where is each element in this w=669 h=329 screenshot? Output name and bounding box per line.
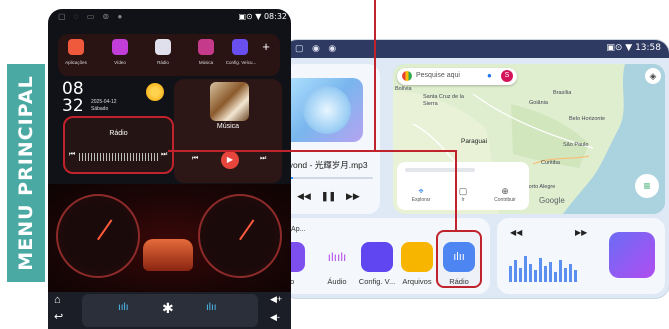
music-widget[interactable]: Música ⏮ ▶ ⏭ bbox=[174, 79, 282, 183]
weather-sun-icon bbox=[146, 83, 164, 101]
volume-down-icon[interactable]: ◀- bbox=[270, 312, 280, 323]
map-bottom-panel: ⌖ Explorar ▢ Ir ⊕ Contribuir bbox=[397, 162, 529, 210]
car-settings-label: Config. V... bbox=[358, 277, 396, 286]
music-label: Música bbox=[198, 60, 214, 65]
car-image bbox=[143, 239, 193, 271]
status-clock: ▣⊙ ▼ 13:58 bbox=[606, 43, 661, 53]
navigation-bar: ⌂ ↩ ıılı ✱ ılıı ◀+ ◀- bbox=[48, 292, 291, 329]
equalizer-graphic bbox=[509, 256, 577, 282]
clock-widget: 08 32 2025-04-12 Sábado Rádio ⏮ ⏭ bbox=[58, 79, 174, 183]
add-app-button[interactable]: + bbox=[258, 39, 274, 55]
assistant-robot-icon[interactable] bbox=[609, 232, 655, 278]
prev-icon[interactable]: ⏮ bbox=[69, 151, 75, 159]
audio-app-icon[interactable]: ılıılı bbox=[321, 242, 353, 272]
volume-up-icon[interactable]: ◀+ bbox=[270, 294, 282, 305]
radio-icon[interactable] bbox=[155, 39, 171, 55]
status-icons: ▢ ◌ ▭ ⊚ ● bbox=[58, 12, 126, 21]
speedometer-gauge bbox=[56, 194, 140, 278]
status-clock: ▣⊙ ▼ 08:32 bbox=[238, 12, 287, 21]
next-icon[interactable]: ▶▶ bbox=[346, 191, 360, 202]
tachometer-gauge bbox=[198, 194, 282, 278]
vehicle-settings-label: Config. Veícu... bbox=[225, 60, 257, 65]
map-label: Belo Horizonte bbox=[569, 116, 606, 122]
callout-line-horizontal bbox=[168, 150, 375, 152]
status-bar: ▢ ◌ ▭ ⊚ ● ▣⊙ ▼ 08:32 bbox=[48, 9, 291, 25]
equalizer-left-icon[interactable]: ıılı bbox=[118, 302, 129, 313]
map-label: Porto Alegre bbox=[525, 184, 556, 190]
clock-minutes: 32 bbox=[62, 96, 84, 116]
map-label: Goiânia bbox=[529, 100, 548, 106]
video-icon[interactable] bbox=[112, 39, 128, 55]
search-placeholder: Pesquise aqui bbox=[416, 72, 460, 79]
audio-app-label: Áudio bbox=[327, 277, 347, 286]
pause-icon[interactable]: ❚❚ bbox=[321, 191, 336, 202]
callout-line-right bbox=[374, 150, 456, 152]
radio-widget-label: Rádio bbox=[109, 130, 128, 137]
map-label: São Paulo bbox=[563, 142, 589, 148]
map-search-input[interactable]: Pesquise aqui ● S bbox=[397, 68, 517, 85]
map-label: Curitiba bbox=[541, 160, 560, 166]
music-icon[interactable] bbox=[198, 39, 214, 55]
dashboard-graphic bbox=[48, 184, 291, 292]
google-attribution: Google bbox=[539, 196, 565, 205]
map-label: Bolívia bbox=[395, 86, 412, 92]
video-label: Vídeo bbox=[114, 60, 126, 65]
go-button[interactable]: ▢ Ir bbox=[443, 186, 483, 203]
map-pin-icon bbox=[402, 71, 412, 81]
prev-icon[interactable]: ◀◀ bbox=[510, 228, 522, 237]
apps-label: Aplicações bbox=[65, 60, 87, 65]
prev-icon[interactable]: ⏮ bbox=[192, 155, 198, 163]
files-icon[interactable] bbox=[401, 242, 433, 272]
next-icon[interactable]: ⏭ bbox=[260, 155, 266, 163]
apps-icon[interactable] bbox=[68, 39, 84, 55]
prev-icon[interactable]: ◀◀ bbox=[297, 191, 311, 202]
avatar[interactable]: S bbox=[501, 70, 513, 82]
equalizer-right-icon[interactable]: ılıı bbox=[206, 302, 217, 313]
assistant-icon[interactable]: ≡ bbox=[635, 174, 659, 198]
vehicle-settings-icon[interactable] bbox=[232, 39, 248, 55]
menu-principal-label: MENU PRINCIPAL bbox=[7, 64, 45, 282]
bluetooth-icon[interactable]: ✱ bbox=[162, 300, 174, 317]
media-widget[interactable]: ◀◀ ▶▶ bbox=[497, 218, 665, 294]
apps-widget: s Ap... ídeo ılıılı Áudio Config. V... A… bbox=[283, 218, 490, 294]
home-icon[interactable]: ⌂ bbox=[54, 294, 61, 306]
car-settings-icon[interactable] bbox=[361, 242, 393, 272]
radio-app-label: Rádio bbox=[449, 277, 469, 286]
explore-button[interactable]: ⌖ Explorar bbox=[401, 186, 441, 203]
files-label: Arquivos bbox=[402, 277, 432, 286]
panel-handle bbox=[405, 168, 475, 172]
frequency-scale[interactable] bbox=[79, 153, 159, 161]
map-widget[interactable]: Bolívia Santa Cruz de la Sierra Paraguai… bbox=[393, 64, 665, 214]
home-screen-left: ▢ ◌ ▭ ⊚ ● ▣⊙ ▼ 08:32 Aplicações Vídeo Rá… bbox=[48, 9, 291, 329]
callout-line-down bbox=[455, 150, 457, 230]
contribute-button[interactable]: ⊕ Contribuir bbox=[485, 186, 525, 203]
status-icons: ▢ ◉ ◉ bbox=[295, 43, 340, 53]
layers-icon[interactable]: ◈ bbox=[645, 68, 661, 84]
map-label: Paraguai bbox=[461, 138, 488, 145]
album-art bbox=[210, 82, 249, 121]
radio-widget[interactable]: Rádio ⏮ ⏭ bbox=[63, 116, 174, 174]
back-icon[interactable]: ↩ bbox=[54, 310, 63, 323]
map-label: Brasília bbox=[553, 90, 572, 96]
status-bar: ▢ ◉ ◉ ▣⊙ ▼ 13:58 bbox=[283, 40, 669, 58]
music-widget[interactable]: eyond - 光輝岁月.mp3 ◀◀ ❚❚ ▶▶ bbox=[283, 64, 380, 214]
date-text: 2025-04-12 Sábado bbox=[91, 99, 117, 112]
radio-app-icon[interactable]: ılıı bbox=[443, 242, 475, 272]
mic-icon[interactable]: ● bbox=[487, 71, 492, 80]
song-progress-bar[interactable] bbox=[285, 177, 373, 179]
album-art bbox=[283, 78, 363, 142]
map-label: Santa Cruz de la Sierra bbox=[423, 94, 464, 107]
next-icon[interactable]: ▶▶ bbox=[575, 228, 587, 237]
home-screen-right: ▢ ◉ ◉ ▣⊙ ▼ 13:58 eyond - 光輝岁月.mp3 ◀◀ ❚❚ … bbox=[283, 40, 669, 298]
quick-controls: ıılı ✱ ılıı bbox=[82, 294, 258, 327]
music-widget-label: Música bbox=[216, 123, 240, 130]
radio-label: Rádio bbox=[157, 60, 169, 65]
next-icon[interactable]: ⏭ bbox=[161, 151, 167, 159]
callout-line-vertical bbox=[374, 0, 376, 152]
song-title: eyond - 光輝岁月.mp3 bbox=[284, 160, 368, 170]
play-button[interactable]: ▶ bbox=[221, 151, 239, 169]
app-dock: Aplicações Vídeo Rádio Música Config. Ve… bbox=[58, 34, 280, 76]
